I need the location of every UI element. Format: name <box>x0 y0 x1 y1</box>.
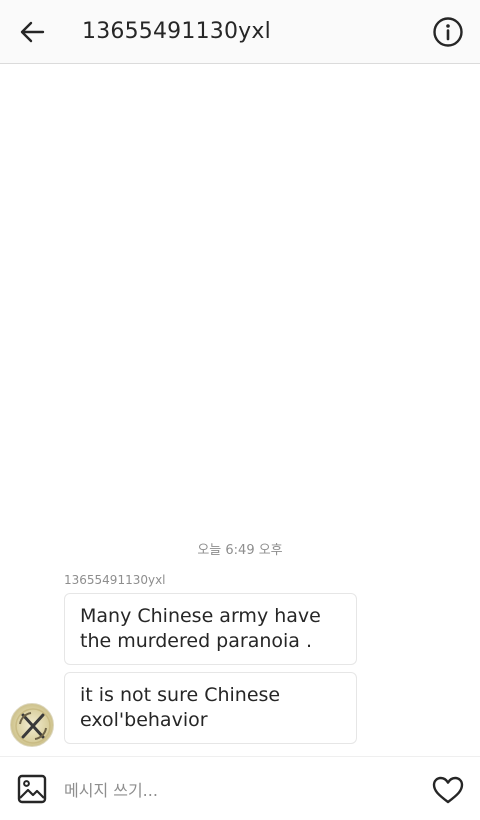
message-bubble[interactable]: Many Chinese army have the murdered para… <box>64 593 357 665</box>
avatar[interactable] <box>10 703 54 747</box>
message-timestamp: 오늘 6:49 오후 <box>197 543 283 558</box>
arrow-left-icon <box>20 21 45 43</box>
message-text: it is not sure Chinese exol'behavior <box>80 684 281 731</box>
chat-title[interactable]: 13655491130yxl <box>82 18 271 46</box>
gallery-button[interactable] <box>15 772 49 806</box>
avatar-logo-icon <box>15 708 51 744</box>
message-input[interactable] <box>64 777 404 803</box>
like-button[interactable] <box>430 772 466 808</box>
image-gallery-icon <box>17 774 47 804</box>
message-bubble[interactable]: it is not sure Chinese exol'behavior <box>64 672 357 744</box>
message-text: Many Chinese army have the murdered para… <box>80 605 321 652</box>
heart-icon <box>432 776 464 804</box>
back-button[interactable] <box>14 14 50 50</box>
info-button[interactable] <box>428 12 468 52</box>
sender-name: 13655491130yxl <box>64 573 166 587</box>
info-circle-icon <box>433 17 463 47</box>
chat-header: 13655491130yxl <box>0 0 480 64</box>
message-composer <box>0 756 480 820</box>
